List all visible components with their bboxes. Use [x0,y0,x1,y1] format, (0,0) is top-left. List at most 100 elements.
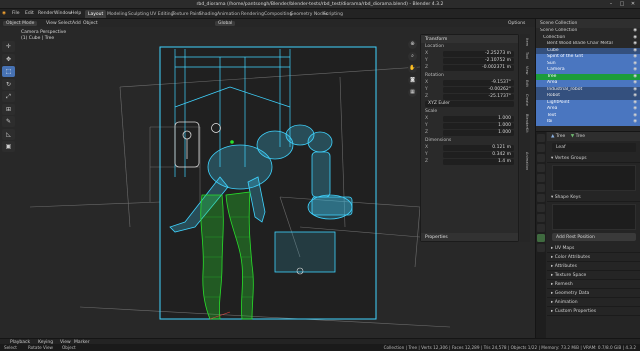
rotation-x-field[interactable]: -9.1537° [443,80,514,86]
menu-render[interactable]: Render [38,11,54,16]
view-layer-tab-icon[interactable] [537,164,545,172]
visibility-eye-icon[interactable]: ◉ [633,35,637,40]
visibility-eye-icon[interactable]: ◉ [633,106,637,111]
dimensions-z-field[interactable]: 1.4 m [443,159,514,165]
visibility-eye-icon[interactable]: ◉ [633,87,637,92]
blender-logo-icon[interactable]: ◉ [2,11,6,16]
camera-perspective-label: Camera Perspective [21,30,67,35]
select-box-icon[interactable]: ⬚ [2,66,15,77]
visibility-eye-icon[interactable]: ◉ [633,61,637,66]
visibility-eye-icon[interactable]: ◉ [633,113,637,118]
rotation-label: Rotation [425,73,444,78]
mesh-data-tab-icon[interactable] [537,234,545,242]
visibility-eye-icon[interactable]: ◉ [633,54,637,59]
menu-help[interactable]: Help [71,11,81,16]
visibility-eye-icon[interactable]: ◉ [633,93,637,98]
material-tab-icon[interactable] [537,244,545,252]
rotation-z-field[interactable]: -25.1737° [443,94,514,100]
measure-icon[interactable]: ◺ [2,128,15,140]
menu-file[interactable]: File [12,11,20,16]
visibility-eye-icon[interactable]: ◉ [633,48,637,53]
sidebar-tab-animation[interactable]: Animation [521,152,529,170]
sidebar-tab-tool[interactable]: Tool [521,52,529,59]
world-tab-icon[interactable] [537,184,545,192]
add-cube-icon[interactable]: ▣ [2,141,15,152]
visibility-eye-icon[interactable]: ◉ [633,67,637,72]
sidebar-tab-edit[interactable]: Edit [521,80,529,87]
visibility-eye-icon[interactable]: ◉ [633,74,637,79]
pan-hand-icon[interactable]: ✋ [408,64,417,73]
section-remesh[interactable]: ▸ Remesh [547,280,640,289]
rotate-icon[interactable]: ↻ [2,78,15,90]
camera-view-icon[interactable]: ◙ [408,76,417,85]
orbit-gizmo-icon[interactable]: ⊕ [408,40,417,49]
transform-icon[interactable]: ⊞ [2,103,15,115]
scale-z-field[interactable]: 1.000 [443,130,514,136]
outliner-row[interactable]: Ibi ◉ [536,119,640,126]
location-y-field[interactable]: -2.10752 m [443,58,514,64]
visibility-eye-icon[interactable]: ◉ [633,119,637,124]
visibility-eye-icon[interactable]: ◉ [633,41,637,46]
move-icon[interactable]: ✥ [2,53,15,65]
dimensions-x-field[interactable]: 0.121 m [443,145,514,151]
section-geometry-data[interactable]: ▸ Geometry Data [547,289,640,298]
scale-y-field[interactable]: 1.000 [443,123,514,129]
maximize-button[interactable]: □ [617,1,627,8]
menu-window[interactable]: Window [54,11,72,16]
rotation-y-field[interactable]: -0.00262° [443,87,514,93]
sidebar-tab-blenderkit[interactable]: BlenderKit [521,114,529,133]
section-attributes[interactable]: ▸ Attributes [547,262,640,271]
sidebar-tab-view[interactable]: View [521,66,529,75]
grid-view-icon[interactable]: ▦ [408,88,417,97]
tab-scripting[interactable]: Scripting [320,10,346,18]
tool-tab-icon[interactable] [537,134,545,142]
properties-panel-header[interactable]: Properties [421,233,518,241]
options-dropdown[interactable]: Options [508,21,525,26]
transform-orientation[interactable]: Global [215,20,236,26]
shape-keys-list[interactable] [552,204,636,230]
scene-tab-icon[interactable] [537,174,545,182]
visibility-eye-icon[interactable]: ◉ [633,28,637,33]
menu-view[interactable]: View [46,21,57,26]
particles-tab-icon[interactable] [537,214,545,222]
dimensions-y-field[interactable]: 0.342 m [443,152,514,158]
output-tab-icon[interactable] [537,154,545,162]
section-texture-space[interactable]: ▸ Texture Space [547,271,640,280]
scale-x-field[interactable]: 1.000 [443,116,514,122]
location-x-field[interactable]: -2.25273 m [443,51,514,57]
vertex-groups-list[interactable] [552,165,636,191]
mode-selector[interactable]: Object Mode [3,20,38,26]
transform-panel-header[interactable]: Transform [421,35,518,43]
physics-tab-icon[interactable] [537,224,545,232]
zoom-icon[interactable]: ⌕ [408,52,417,61]
cursor-icon[interactable]: ✛ [2,41,15,52]
object-tab-icon[interactable] [537,194,545,202]
scale-icon[interactable]: ⤢ [2,91,15,102]
menu-select[interactable]: Select [58,21,72,26]
modifier-tab-icon[interactable] [537,204,545,212]
minimize-button[interactable]: – [606,1,616,8]
render-tab-icon[interactable] [537,144,545,152]
sidebar-tab-item[interactable]: Item [521,38,529,46]
visibility-eye-icon[interactable]: ◉ [633,80,637,85]
annotate-icon[interactable]: ✎ [2,116,15,127]
menu-add[interactable]: Add [72,21,81,26]
section-uv-maps[interactable]: ▸ UV Maps [547,244,640,253]
close-button[interactable]: ✕ [628,1,638,8]
section-shape-keys[interactable]: ▾ Shape Keys [547,193,640,202]
add-rest-position-button[interactable]: Add Rest Position [552,233,636,241]
rotation-mode-dropdown[interactable]: XYZ Euler [425,101,514,107]
menu-object[interactable]: Object [83,21,98,26]
sidebar-tab-create[interactable]: Create [521,94,529,106]
menu-edit[interactable]: Edit [25,11,34,16]
section-animation[interactable]: ▸ Animation [547,298,640,307]
window-title: rbd_diorama (/home/pantsongh/Blender/ble… [196,1,444,7]
location-z-field[interactable]: -0.002371 m [443,65,514,71]
section-color-attributes[interactable]: ▸ Color Attributes [547,253,640,262]
section-vertex-groups[interactable]: ▾ Vertex Groups [547,154,640,163]
visibility-eye-icon[interactable]: ◉ [633,100,637,105]
mesh-name-field[interactable]: Leaf [552,143,636,152]
section-custom-properties[interactable]: ▸ Custom Properties [547,307,640,316]
properties-breadcrumb: ▲ Tree ▼ Tree [547,132,640,141]
properties-editor: ▲ Tree ▼ Tree Leaf ▾ Vertex Groups ▾ Sha… [535,131,640,339]
